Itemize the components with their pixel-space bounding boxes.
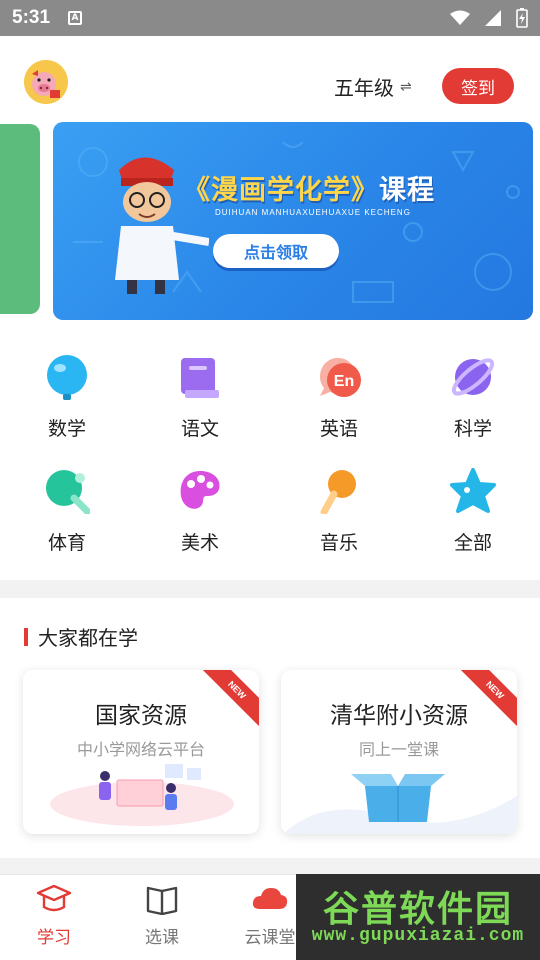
subject-music[interactable]: 音乐 <box>272 450 406 560</box>
subject-grid: 数学 语文 En 英语 科学 体育 美术 音乐 全部 <box>0 336 540 580</box>
status-icons <box>450 8 528 28</box>
open-box-illustration <box>283 774 517 834</box>
section-title: 大家都在学 <box>24 622 138 651</box>
status-bar: 5:31 A <box>0 0 540 36</box>
banner-pinyin: DUIHUAN MANHUAXUEHUAXUE KECHENG <box>215 208 411 217</box>
subject-art[interactable]: 美术 <box>133 450 267 560</box>
subject-all[interactable]: 全部 <box>406 450 540 560</box>
site-watermark: 谷普软件园 www.gupuxiazai.com <box>296 874 540 960</box>
open-book-icon <box>146 886 178 915</box>
english-bubble-icon: En <box>319 357 361 397</box>
card-title: 清华附小资源 <box>330 703 468 729</box>
book-icon <box>181 358 219 398</box>
subject-label: 音乐 <box>319 532 358 554</box>
subject-math[interactable]: 数学 <box>0 336 134 446</box>
subject-label: 体育 <box>47 532 86 554</box>
subject-label: 语文 <box>180 418 219 440</box>
subject-chinese[interactable]: 语文 <box>133 336 267 446</box>
grade-selector[interactable]: 五年级 ⇌ <box>334 72 412 101</box>
star-icon <box>450 468 496 513</box>
watermark-brand: 谷普软件园 <box>322 889 513 930</box>
card-subtitle: 中小学网络云平台 <box>76 740 205 759</box>
pingpong-icon <box>46 470 90 514</box>
status-time: 5:31 <box>12 7 51 28</box>
nav-label: 选课 <box>145 928 179 948</box>
subject-english[interactable]: En 英语 <box>272 336 406 446</box>
pig-avatar-icon <box>24 60 68 104</box>
graduation-cap-icon <box>36 884 72 912</box>
header: 五年级 ⇌ 签到 《漫画学化学》课程 DUIHUAN MANHUAXUEHUAX… <box>0 36 540 376</box>
subject-pe[interactable]: 体育 <box>0 450 134 560</box>
subject-science[interactable]: 科学 <box>406 336 540 446</box>
nav-label: 学习 <box>37 928 71 948</box>
banner-title-main: 《漫画学化学》 <box>183 175 379 206</box>
svg-text:En: En <box>334 373 354 390</box>
banner-title: 《漫画学化学》课程 <box>183 168 435 207</box>
subject-label: 科学 <box>453 418 492 440</box>
avatar[interactable] <box>24 60 68 104</box>
national-resource-card[interactable]: NEW 国家资源 中小学网络云平台 <box>23 670 259 834</box>
popular-section: 大家都在学 NEW 国家资源 中小学网络云平台 NEW 清华附小资源 同上一堂课 <box>0 598 540 858</box>
signin-button[interactable]: 签到 <box>442 68 514 104</box>
notification-a-icon: A <box>68 11 83 25</box>
wifi-icon <box>450 10 470 25</box>
subject-label: 英语 <box>319 418 358 440</box>
claim-button[interactable]: 点击领取 <box>213 234 339 268</box>
signal-icon <box>485 10 501 26</box>
math-icon <box>47 355 87 400</box>
course-banner[interactable]: 《漫画学化学》课程 DUIHUAN MANHUAXUEHUAXUE KECHEN… <box>53 122 533 320</box>
tsinghua-resource-card[interactable]: NEW 清华附小资源 同上一堂课 <box>281 670 517 834</box>
banner-previous-slide[interactable] <box>0 124 40 314</box>
swap-arrows-icon: ⇌ <box>400 78 412 95</box>
nav-label: 云课堂 <box>244 928 296 948</box>
section-title-text: 大家都在学 <box>38 626 138 650</box>
planet-icon <box>451 358 495 396</box>
banner-title-suffix: 课程 <box>379 175 435 206</box>
cloud-icon <box>252 888 288 909</box>
subject-label: 全部 <box>453 532 492 554</box>
grade-label: 五年级 <box>334 76 394 100</box>
palette-icon <box>180 471 220 509</box>
nav-study[interactable]: 学习 <box>4 883 104 948</box>
card-title: 国家资源 <box>95 703 187 729</box>
online-learning-illustration <box>50 764 234 826</box>
subject-label: 数学 <box>47 418 86 440</box>
watermark-url: www.gupuxiazai.com <box>311 926 525 946</box>
main-content: 五年级 ⇌ 签到 《漫画学化学》课程 DUIHUAN MANHUAXUEHUAX… <box>0 36 540 874</box>
battery-icon <box>516 8 528 28</box>
subject-label: 美术 <box>180 532 219 554</box>
section-title-bar <box>24 627 28 646</box>
microphone-icon <box>320 470 356 514</box>
nav-courses[interactable]: 选课 <box>112 883 212 948</box>
